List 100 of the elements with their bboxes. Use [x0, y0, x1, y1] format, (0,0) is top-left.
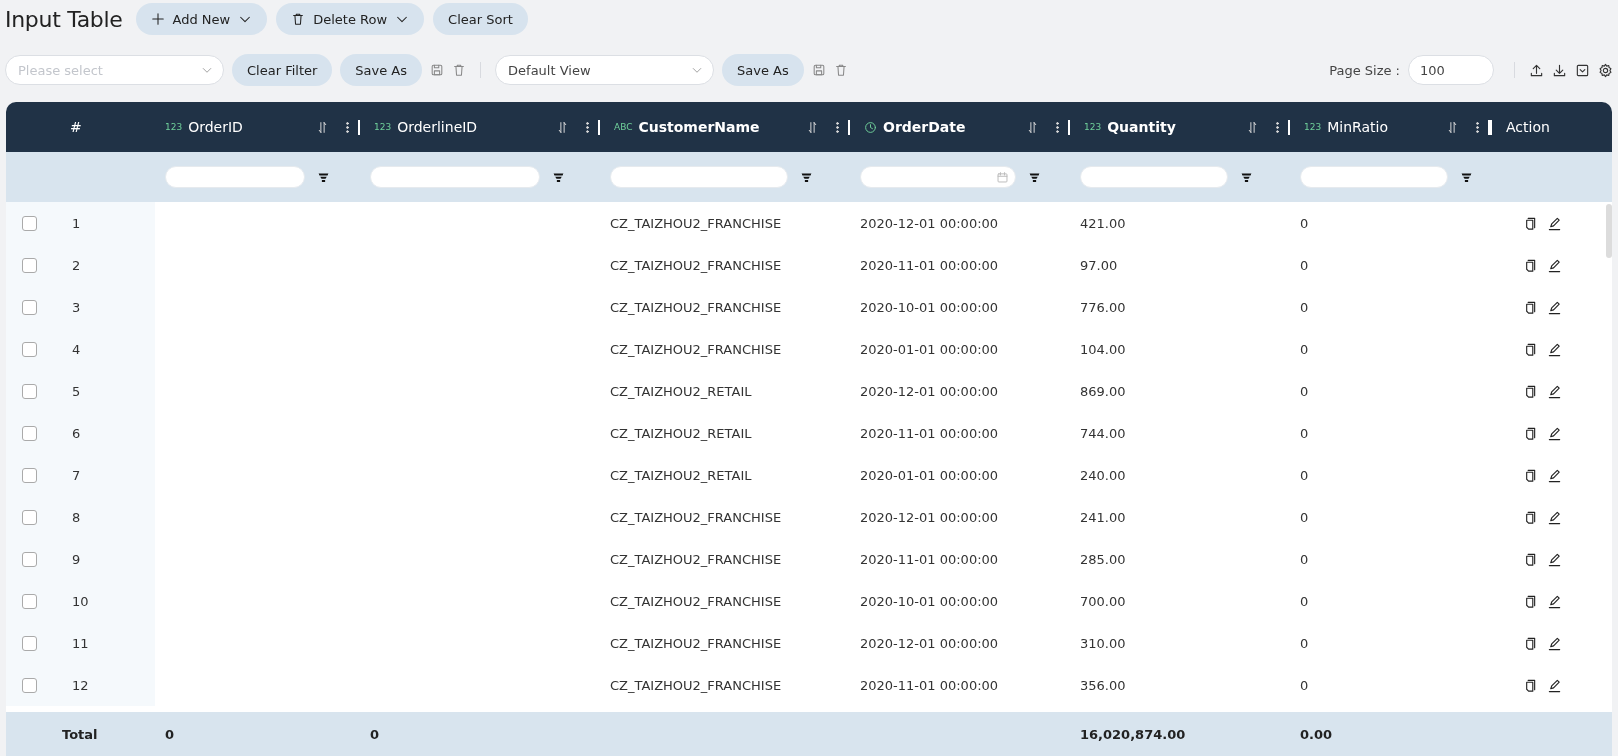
edit-icon[interactable]	[1547, 635, 1562, 651]
table-cell: 0	[1300, 425, 1309, 441]
filter-icon[interactable]	[1460, 170, 1473, 184]
filter-field[interactable]	[860, 166, 1016, 188]
sort-icon[interactable]	[556, 120, 569, 134]
table-cell: 0	[1300, 257, 1309, 273]
delete-row-button[interactable]: Delete Row	[276, 3, 425, 35]
column-header[interactable]: OrderlineID	[397, 119, 550, 135]
type-label: 123	[1084, 122, 1102, 132]
row-number: 6	[72, 425, 81, 441]
row-checkbox[interactable]	[22, 341, 37, 357]
filter-icon[interactable]	[317, 170, 330, 184]
column-header: Action	[1506, 119, 1551, 135]
column-header[interactable]: Quantity	[1107, 119, 1240, 135]
edit-icon[interactable]	[1547, 551, 1562, 567]
total-value: 16,020,874.00	[1080, 726, 1186, 742]
edit-icon[interactable]	[1547, 299, 1562, 315]
table-cell: 0	[1300, 299, 1309, 315]
upload-icon[interactable]	[1529, 62, 1544, 78]
column-header[interactable]: CustomerName	[638, 119, 800, 135]
table-cell: 0	[1300, 593, 1309, 609]
edit-icon[interactable]	[1547, 383, 1562, 399]
trash-icon[interactable]	[452, 63, 467, 77]
save-icon[interactable]	[811, 63, 826, 77]
table-cell: CZ_TAIZHOU2_FRANCHISE	[610, 677, 782, 693]
column-header[interactable]: MinRatio	[1327, 119, 1440, 135]
filter-field[interactable]	[610, 166, 788, 188]
save-icon[interactable]	[430, 63, 445, 77]
column-header[interactable]: OrderDate	[883, 119, 1020, 135]
edit-icon[interactable]	[1547, 677, 1562, 693]
table-cell: 776.00	[1080, 299, 1126, 315]
row-checkbox[interactable]	[22, 383, 37, 399]
row-checkbox[interactable]	[22, 551, 37, 567]
sort-icon[interactable]	[1446, 120, 1459, 134]
type-label: 123	[374, 122, 392, 132]
table-cell: CZ_TAIZHOU2_FRANCHISE	[610, 257, 782, 273]
table-cell: 744.00	[1080, 425, 1126, 441]
table-cell: 0	[1300, 551, 1309, 567]
table-cell: 0	[1300, 509, 1309, 525]
page-size-field[interactable]: 100	[1408, 55, 1494, 85]
filter-icon[interactable]	[1028, 170, 1041, 184]
trash-icon[interactable]	[833, 63, 848, 77]
add-new-button[interactable]: Add New	[135, 3, 268, 35]
edit-icon[interactable]	[1547, 341, 1562, 357]
edit-icon[interactable]	[1547, 215, 1562, 231]
filter-icon[interactable]	[552, 170, 565, 184]
total-value: 0	[370, 726, 380, 742]
table-cell: CZ_TAIZHOU2_FRANCHISE	[610, 593, 782, 609]
filter-field[interactable]	[165, 166, 305, 188]
row-checkbox[interactable]	[22, 425, 37, 441]
table-cell: CZ_TAIZHOU2_FRANCHISE	[610, 299, 782, 315]
row-checkbox[interactable]	[22, 635, 37, 651]
sort-icon[interactable]	[1026, 120, 1039, 134]
filter-icon[interactable]	[800, 170, 813, 184]
table-cell: 0	[1300, 383, 1309, 399]
row-checkbox[interactable]	[22, 467, 37, 483]
row-number: 7	[72, 467, 81, 483]
edit-icon[interactable]	[1547, 467, 1562, 483]
table-cell: 2020-11-01 00:00:00	[860, 257, 999, 273]
row-checkbox[interactable]	[22, 677, 37, 693]
table-cell: 0	[1300, 467, 1309, 483]
row-checkbox[interactable]	[22, 509, 37, 525]
row-checkbox[interactable]	[22, 593, 37, 609]
table-cell: 97.00	[1080, 257, 1118, 273]
row-number: 11	[72, 635, 89, 651]
settings-icon[interactable]	[1598, 62, 1613, 78]
sort-icon[interactable]	[1246, 120, 1259, 134]
table-cell: CZ_TAIZHOU2_FRANCHISE	[610, 509, 782, 525]
dropdown-box-icon[interactable]	[1575, 62, 1590, 78]
page-title: Input Table	[5, 6, 123, 32]
table-cell: CZ_TAIZHOU2_RETAIL	[610, 425, 752, 441]
clear-filter-button[interactable]: Clear Filter	[232, 54, 333, 86]
view-select[interactable]: Default View	[495, 55, 715, 85]
row-checkbox[interactable]	[22, 257, 37, 273]
row-number: 12	[72, 677, 89, 693]
filter-field[interactable]	[1300, 166, 1448, 188]
column-header: #	[70, 119, 82, 135]
filter-field[interactable]	[1080, 166, 1228, 188]
row-checkbox[interactable]	[22, 299, 37, 315]
clear-sort-button[interactable]: Clear Sort	[433, 3, 528, 35]
column-header[interactable]: OrderID	[188, 119, 310, 135]
download-icon[interactable]	[1552, 62, 1567, 78]
sort-icon[interactable]	[806, 120, 819, 134]
table-cell: 2020-11-01 00:00:00	[860, 425, 999, 441]
table-cell: 241.00	[1080, 509, 1126, 525]
table-cell: 2020-11-01 00:00:00	[860, 677, 999, 693]
save-as-button[interactable]: Save As	[722, 54, 804, 86]
sort-icon[interactable]	[316, 120, 329, 134]
table-cell: CZ_TAIZHOU2_FRANCHISE	[610, 551, 782, 567]
row-number: 1	[72, 215, 81, 231]
filter-field[interactable]	[370, 166, 540, 188]
edit-icon[interactable]	[1547, 425, 1562, 441]
save-as-button[interactable]: Save As	[340, 54, 423, 86]
edit-icon[interactable]	[1547, 509, 1562, 525]
edit-icon[interactable]	[1547, 593, 1562, 609]
scrollbar-thumb[interactable]	[1606, 204, 1612, 258]
row-checkbox[interactable]	[22, 215, 37, 231]
table-cell: 2020-12-01 00:00:00	[860, 635, 999, 651]
filter-icon[interactable]	[1240, 170, 1253, 184]
edit-icon[interactable]	[1547, 257, 1562, 273]
